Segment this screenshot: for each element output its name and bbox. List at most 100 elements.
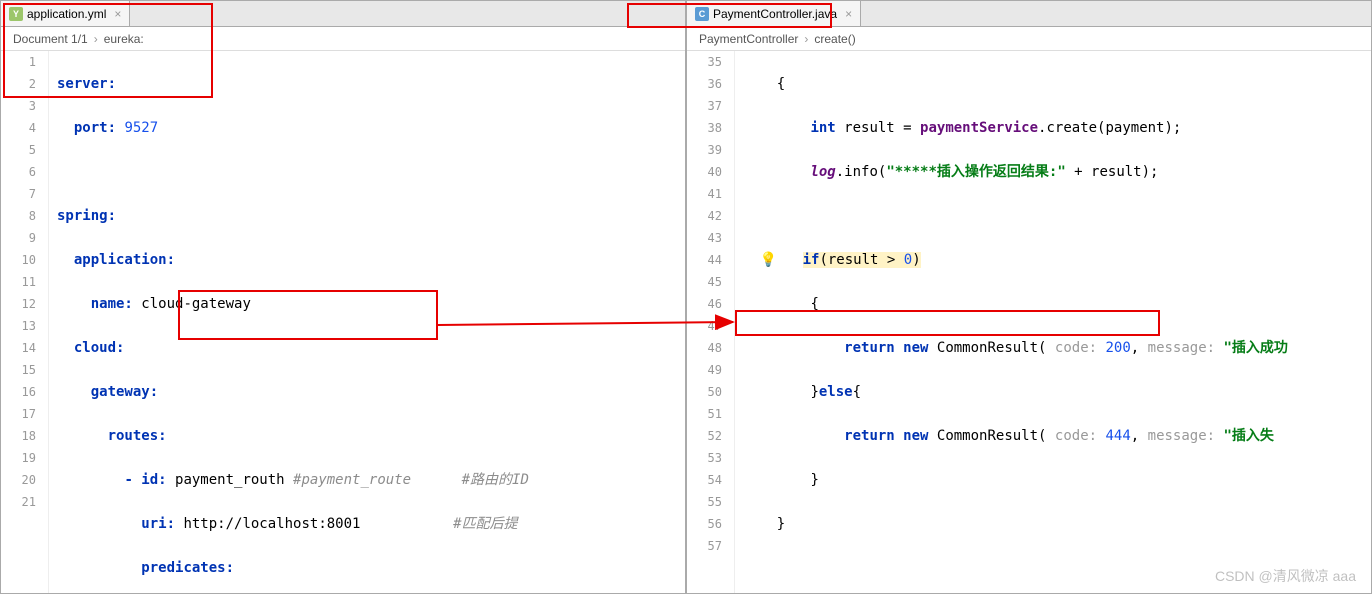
right-editor-pane: C PaymentController.java × PaymentContro… bbox=[686, 0, 1372, 594]
code-text: (result > bbox=[819, 252, 903, 268]
line-number: 3 bbox=[1, 95, 36, 117]
code-text: return bbox=[844, 428, 903, 444]
line-number: 47 bbox=[687, 315, 722, 337]
right-gutter: 35 36 37 38 39 40 41 42 43 44 45 46 47 4… bbox=[687, 51, 735, 593]
line-number: 50 bbox=[687, 381, 722, 403]
code-text: gateway: bbox=[91, 384, 158, 400]
yaml-file-icon: Y bbox=[9, 7, 23, 21]
close-icon[interactable]: × bbox=[114, 7, 121, 21]
code-text: CommonResult( bbox=[937, 428, 1055, 444]
code-text: routes: bbox=[108, 428, 167, 444]
code-text: spring: bbox=[57, 208, 116, 224]
code-text: } bbox=[777, 516, 785, 532]
code-text: else bbox=[819, 384, 853, 400]
code-text: "插入失 bbox=[1224, 428, 1274, 444]
breadcrumb-item[interactable]: eureka: bbox=[104, 32, 144, 46]
code-text: 200 bbox=[1105, 340, 1130, 356]
code-text: predicates: bbox=[141, 560, 234, 576]
code-text: 0 bbox=[904, 252, 912, 268]
line-number: 41 bbox=[687, 183, 722, 205]
line-number: 44 bbox=[687, 249, 722, 271]
line-number: 53 bbox=[687, 447, 722, 469]
code-text: "插入成功 bbox=[1224, 340, 1288, 356]
line-number: 46 bbox=[687, 293, 722, 315]
code-text: port: bbox=[74, 120, 125, 136]
code-text: { bbox=[777, 76, 785, 92]
code-text: return bbox=[844, 340, 903, 356]
code-comment: #匹配后提 bbox=[453, 516, 517, 532]
code-comment: #payment_route #路由的ID bbox=[293, 472, 529, 488]
code-text: uri: bbox=[141, 516, 183, 532]
code-text: 9527 bbox=[124, 120, 158, 136]
line-number: 18 bbox=[1, 425, 36, 447]
line-number: 10 bbox=[1, 249, 36, 271]
breadcrumb-item[interactable]: Document 1/1 bbox=[13, 32, 88, 46]
code-text: } bbox=[810, 472, 818, 488]
line-number: 19 bbox=[1, 447, 36, 469]
code-text: cloud-gateway bbox=[141, 296, 251, 312]
code-text: new bbox=[903, 428, 937, 444]
line-number: 51 bbox=[687, 403, 722, 425]
line-number: 39 bbox=[687, 139, 722, 161]
line-number: 56 bbox=[687, 513, 722, 535]
code-text: { bbox=[810, 296, 818, 312]
code-text: application: bbox=[74, 252, 175, 268]
line-number: 48 bbox=[687, 337, 722, 359]
left-editor[interactable]: 1 2 3 4 5 6 7 8 9 10 11 12 13 14 15 16 1… bbox=[1, 51, 685, 593]
code-text: log bbox=[810, 164, 835, 180]
code-text: ) bbox=[912, 252, 920, 268]
close-icon[interactable]: × bbox=[845, 7, 852, 21]
left-breadcrumb[interactable]: Document 1/1 › eureka: bbox=[1, 27, 685, 51]
line-number: 9 bbox=[1, 227, 36, 249]
left-code[interactable]: server: port: 9527 spring: application: … bbox=[49, 51, 685, 593]
light-bulb-icon[interactable]: 💡 bbox=[760, 252, 777, 268]
line-number: 45 bbox=[687, 271, 722, 293]
code-text: server: bbox=[57, 76, 116, 92]
line-number: 21 bbox=[1, 491, 36, 513]
tab-application-yml[interactable]: Y application.yml × bbox=[1, 1, 130, 26]
line-number: 42 bbox=[687, 205, 722, 227]
code-text: } bbox=[810, 384, 818, 400]
code-text: if bbox=[803, 252, 820, 268]
line-number: 4 bbox=[1, 117, 36, 139]
right-tabs: C PaymentController.java × bbox=[687, 1, 1371, 27]
line-number: 15 bbox=[1, 359, 36, 381]
line-number: 6 bbox=[1, 161, 36, 183]
watermark: CSDN @清风微凉 aaa bbox=[1215, 566, 1356, 586]
line-number: 1 bbox=[1, 51, 36, 73]
tab-payment-controller[interactable]: C PaymentController.java × bbox=[687, 1, 861, 26]
java-class-icon: C bbox=[695, 7, 709, 21]
right-editor[interactable]: 35 36 37 38 39 40 41 42 43 44 45 46 47 4… bbox=[687, 51, 1371, 593]
code-text: int bbox=[810, 120, 835, 136]
right-breadcrumb[interactable]: PaymentController › create() bbox=[687, 27, 1371, 51]
code-text: - id: bbox=[124, 472, 175, 488]
left-editor-pane: Y application.yml × Document 1/1 › eurek… bbox=[0, 0, 686, 594]
line-number: 38 bbox=[687, 117, 722, 139]
code-text: cloud: bbox=[74, 340, 125, 356]
code-text: , bbox=[1131, 428, 1148, 444]
code-text: new bbox=[903, 340, 937, 356]
code-text: result = bbox=[836, 120, 920, 136]
line-number: 54 bbox=[687, 469, 722, 491]
code-text: { bbox=[853, 384, 861, 400]
code-text: .create(payment); bbox=[1038, 120, 1181, 136]
breadcrumb-item[interactable]: PaymentController bbox=[699, 32, 798, 46]
breadcrumb-item[interactable]: create() bbox=[814, 32, 855, 46]
right-code[interactable]: { int result = paymentService.create(pay… bbox=[735, 51, 1371, 593]
line-number: 16 bbox=[1, 381, 36, 403]
line-number: 43 bbox=[687, 227, 722, 249]
code-text: message: bbox=[1148, 340, 1224, 356]
line-number: 17 bbox=[1, 403, 36, 425]
line-number: 37 bbox=[687, 95, 722, 117]
left-gutter: 1 2 3 4 5 6 7 8 9 10 11 12 13 14 15 16 1… bbox=[1, 51, 49, 593]
line-number: 7 bbox=[1, 183, 36, 205]
line-number: 40 bbox=[687, 161, 722, 183]
line-number: 20 bbox=[1, 469, 36, 491]
line-number: 12 bbox=[1, 293, 36, 315]
code-text: message: bbox=[1148, 428, 1224, 444]
line-number: 14 bbox=[1, 337, 36, 359]
line-number: 8 bbox=[1, 205, 36, 227]
code-text: code: bbox=[1055, 340, 1106, 356]
code-text: http://localhost:8001 bbox=[183, 516, 453, 532]
code-text: 444 bbox=[1105, 428, 1130, 444]
